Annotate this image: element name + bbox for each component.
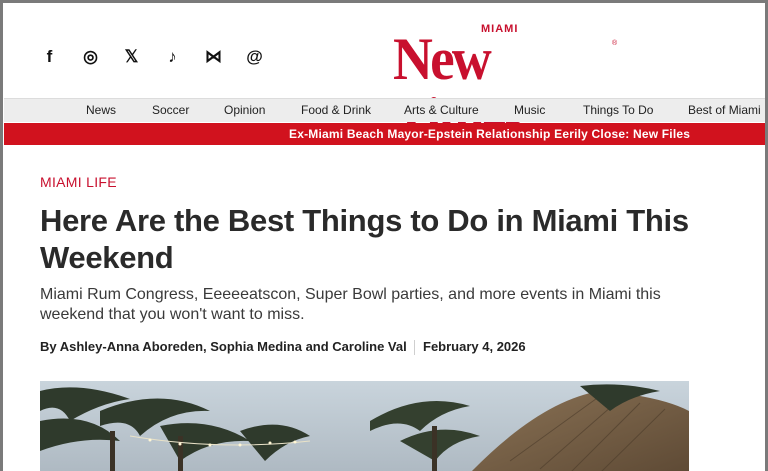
nav-item-arts-culture[interactable]: Arts & Culture	[404, 103, 479, 117]
browser-page: f ◎ 𝕏 ♪ ⋈ @ MIAMI New Times ® News Socce…	[3, 3, 765, 471]
page-title: Here Are the Best Things to Do in Miami …	[40, 203, 689, 275]
nav-item-soccer[interactable]: Soccer	[152, 103, 189, 117]
main-nav: News Soccer Opinion Food & Drink Arts & …	[4, 98, 765, 122]
hero-photo-palm-trees	[40, 381, 689, 471]
nav-item-food-drink[interactable]: Food & Drink	[301, 103, 371, 117]
byline-divider	[414, 340, 415, 355]
facebook-icon[interactable]: f	[29, 46, 70, 68]
logo-registered-mark: ®	[612, 40, 618, 47]
site-logo[interactable]: MIAMI New Times ®	[393, 15, 623, 149]
nav-item-things-to-do[interactable]: Things To Do	[583, 103, 653, 117]
bluesky-icon[interactable]: ⋈	[193, 46, 234, 68]
hero-image	[40, 381, 689, 471]
nav-item-music[interactable]: Music	[514, 103, 545, 117]
nav-item-best-of-miami[interactable]: Best of Miami	[688, 103, 761, 117]
instagram-icon[interactable]: ◎	[70, 46, 111, 68]
x-icon[interactable]: 𝕏	[111, 46, 152, 68]
social-links: f ◎ 𝕏 ♪ ⋈ @	[29, 46, 275, 68]
threads-icon[interactable]: @	[234, 46, 275, 68]
nav-item-news[interactable]: News	[86, 103, 116, 117]
ticker-headline[interactable]: Ex-Miami Beach Mayor-Epstein Relationshi…	[289, 127, 690, 141]
article-date: February 4, 2026	[423, 339, 526, 354]
article-byline[interactable]: By Ashley-Anna Aboreden, Sophia Medina a…	[40, 339, 407, 354]
tiktok-icon[interactable]: ♪	[152, 46, 193, 68]
section-label[interactable]: MIAMI LIFE	[40, 174, 117, 190]
nav-item-opinion[interactable]: Opinion	[224, 103, 265, 117]
breaking-news-ticker[interactable]: Ex-Miami Beach Mayor-Epstein Relationshi…	[4, 123, 765, 145]
article-dek: Miami Rum Congress, Eeeeeatscon, Super B…	[40, 286, 661, 323]
